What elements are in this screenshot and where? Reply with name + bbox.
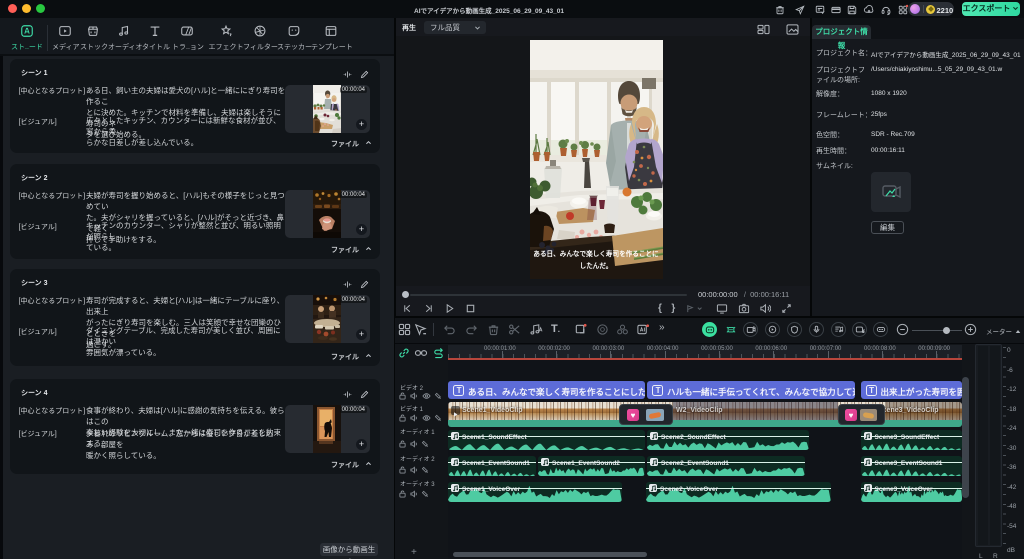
svg-text:ある日、みんなで楽しく寿司を作ることに: ある日、みんなで楽しく寿司を作ることに <box>533 249 659 258</box>
svg-text:したんだ。: したんだ。 <box>580 262 613 270</box>
